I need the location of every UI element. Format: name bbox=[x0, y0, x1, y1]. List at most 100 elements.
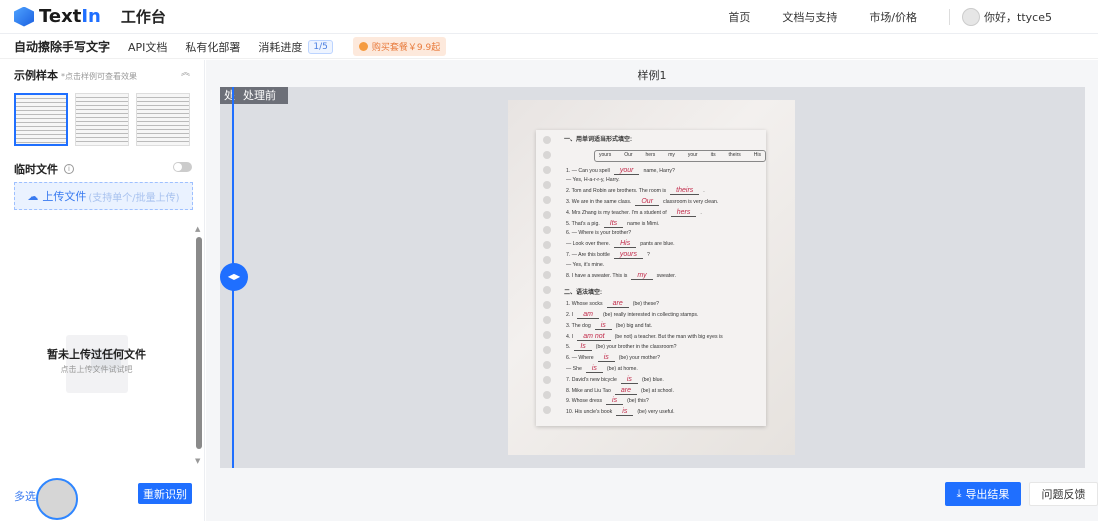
exercise-line: — Look over there. His pants are blue. bbox=[564, 239, 766, 250]
line-text: (be) blue. bbox=[641, 376, 664, 383]
line-text: 8. Mike and Liu Tao bbox=[566, 387, 611, 394]
exercise-line: 4. Iam not (be not) a teacher. But the ma… bbox=[564, 332, 766, 343]
line-text: 2. Tom and Robin are brothers. The room … bbox=[566, 188, 667, 195]
section-heading: 二、语法填空: bbox=[564, 290, 602, 297]
word-box-item: its bbox=[710, 151, 716, 158]
multi-select-button[interactable]: 多选 bbox=[14, 488, 36, 504]
handwritten-answer: am not bbox=[577, 332, 611, 341]
line-text: — Look over there. bbox=[566, 241, 611, 248]
sidebar: 示例样本 *点击样例可查看效果 ︽ 临时文件 i ☁ 上传文件 (支持单个/批量上传) … bbox=[0, 60, 205, 521]
line-text: 4. Mrs Zhang is my teacher. I'm a studen… bbox=[566, 209, 667, 216]
exercise-line: 10. His uncle's book is (be) very useful. bbox=[564, 407, 766, 418]
line-text: (be) your mother? bbox=[618, 355, 660, 362]
handwritten-answer: Is bbox=[574, 343, 592, 352]
samples-title: 示例样本 *点击样例可查看效果 bbox=[14, 69, 137, 82]
nav-private-deploy[interactable]: 私有化部署 bbox=[185, 39, 240, 55]
line-text: (be) at home. bbox=[606, 365, 638, 372]
line-text: (be) these? bbox=[632, 301, 659, 308]
exercise-line: 8. Mike and Liu Tao are (be) at school. bbox=[564, 386, 766, 397]
divider bbox=[949, 9, 951, 25]
usage-label: 消耗进度 bbox=[258, 40, 303, 54]
nav-api-docs[interactable]: API文档 bbox=[128, 39, 167, 55]
exercise-line: 8. I have a sweater. This is my sweater. bbox=[564, 271, 766, 282]
line-text: classroom is very clean. bbox=[663, 198, 719, 205]
coin-icon bbox=[358, 42, 368, 51]
rerun-button[interactable]: 重新识别 bbox=[138, 483, 192, 504]
scrollbar[interactable]: ▲ ▼ bbox=[195, 225, 203, 465]
assistant-robot-icon[interactable] bbox=[36, 478, 78, 520]
handwritten-answer: am bbox=[577, 310, 599, 319]
line-text: 10. His uncle's book bbox=[566, 409, 613, 416]
empty-title: 暂未上传过任何文件 bbox=[47, 348, 146, 361]
nav-home[interactable]: 首页 bbox=[728, 9, 750, 25]
line-text: 7. David's new bicycle bbox=[566, 376, 617, 383]
exercise-line: 3. We are in the same class. Our classroom… bbox=[564, 197, 766, 208]
exercise-line: 1. — Can you spell your name, Harry? bbox=[564, 166, 766, 177]
section-heading: 一、用单词适当形式填空: bbox=[564, 137, 632, 143]
handwritten-answer: Its bbox=[603, 219, 624, 228]
nav-docs[interactable]: 文档与支持 bbox=[782, 9, 837, 25]
exercise-line: 3. The dog is (be) big and fat. bbox=[564, 321, 766, 332]
logo[interactable]: TextIn bbox=[14, 6, 101, 27]
empty-hint: 点击上传文件试试吧 bbox=[60, 365, 133, 374]
line-text: (be) really interested in collecting sta… bbox=[602, 311, 699, 318]
temp-files-toggle[interactable] bbox=[173, 162, 192, 172]
handwritten-answer: Our bbox=[635, 197, 660, 206]
handwritten-answer: is bbox=[620, 375, 638, 384]
before-after-label: 处处理前 bbox=[220, 87, 288, 104]
sub-nav: 自动擦除手写文字 API文档 私有化部署 消耗进度 1/5 购买套餐￥9.9起 bbox=[0, 35, 1098, 59]
line-text: (be) at school. bbox=[641, 387, 674, 394]
feedback-button[interactable]: 问题反馈 bbox=[1029, 482, 1098, 506]
top-header: TextIn 工作台 首页 文档与支持 市场/价格 你好，ttyce5 bbox=[0, 0, 1098, 34]
sample-thumb-3[interactable] bbox=[136, 93, 190, 146]
drag-handle-icon[interactable]: ◀▶ bbox=[220, 263, 248, 291]
handwritten-answer: hers bbox=[670, 208, 697, 217]
word-box: yours Our hers my your its theirs His bbox=[594, 149, 766, 162]
handwritten-answer: is bbox=[594, 321, 612, 330]
line-text: 2. I bbox=[566, 311, 574, 318]
buy-plan-button[interactable]: 购买套餐￥9.9起 bbox=[352, 37, 447, 56]
sample-title: 样例1 bbox=[637, 69, 667, 82]
sample-thumb-2[interactable] bbox=[75, 93, 129, 146]
workspace-title: 工作台 bbox=[120, 8, 166, 26]
exercise-line: 2. Tom and Robin are brothers. The room … bbox=[564, 186, 766, 197]
exercise-line: 6. — Where is (be) your mother? bbox=[564, 353, 766, 364]
handwritten-answer: theirs bbox=[670, 187, 700, 196]
word-box-item: my bbox=[668, 151, 675, 158]
word-box-item: your bbox=[687, 151, 698, 158]
info-icon[interactable]: i bbox=[64, 164, 74, 174]
handwritten-answer: is bbox=[597, 354, 615, 363]
line-text: 8. I have a sweater. This is bbox=[566, 272, 628, 279]
line-text: name is Mimi. bbox=[627, 220, 660, 227]
exercise-line: 7. — Are this bottle yours? bbox=[564, 250, 766, 261]
line-text: 6. — Where is your brother? bbox=[566, 230, 632, 237]
word-box-item: Our bbox=[624, 151, 633, 158]
sample-thumb-1[interactable] bbox=[14, 93, 68, 146]
cloud-upload-icon: ☁ bbox=[27, 189, 39, 203]
exercise-line: 6. — Where is your brother? bbox=[564, 229, 766, 239]
user-menu[interactable]: 你好，ttyce5 bbox=[962, 8, 1084, 26]
export-button[interactable]: ⤓ 导出结果 bbox=[945, 482, 1021, 506]
handwritten-answer: His bbox=[614, 240, 637, 249]
handwritten-answer: is bbox=[606, 397, 624, 406]
word-box-item: theirs bbox=[728, 151, 741, 158]
nav-market[interactable]: 市场/价格 bbox=[869, 9, 917, 25]
compare-viewer[interactable]: 一、用单词适当形式填空: yours Our hers my your its theirs… bbox=[220, 87, 1085, 468]
line-text: 3. We are in the same class. bbox=[566, 198, 632, 205]
handwritten-answer: is bbox=[585, 364, 603, 373]
handwritten-answer: are bbox=[606, 300, 629, 309]
exercise-line: 5. Is (be) your brother in the classroom? bbox=[564, 342, 766, 353]
upload-button[interactable]: ☁ 上传文件 (支持单个/批量上传) bbox=[14, 182, 193, 210]
handwritten-answer: my bbox=[631, 271, 653, 280]
line-text: 3. The dog bbox=[566, 322, 591, 329]
handwritten-answer: is bbox=[616, 408, 634, 417]
line-text: sweater. bbox=[656, 272, 676, 279]
collapse-icon[interactable]: ︽ bbox=[181, 65, 190, 78]
line-text: (be) your brother in the classroom? bbox=[595, 344, 677, 351]
line-text: name, Harry? bbox=[643, 167, 675, 174]
word-box-item: His bbox=[753, 151, 761, 158]
line-text: 6. — Where bbox=[566, 355, 594, 362]
line-text: — Yes, H-a-r-r-y, Harry. bbox=[566, 177, 620, 184]
handwritten-answer: your bbox=[613, 166, 640, 175]
line-text: 7. — Are this bottle bbox=[566, 251, 610, 258]
